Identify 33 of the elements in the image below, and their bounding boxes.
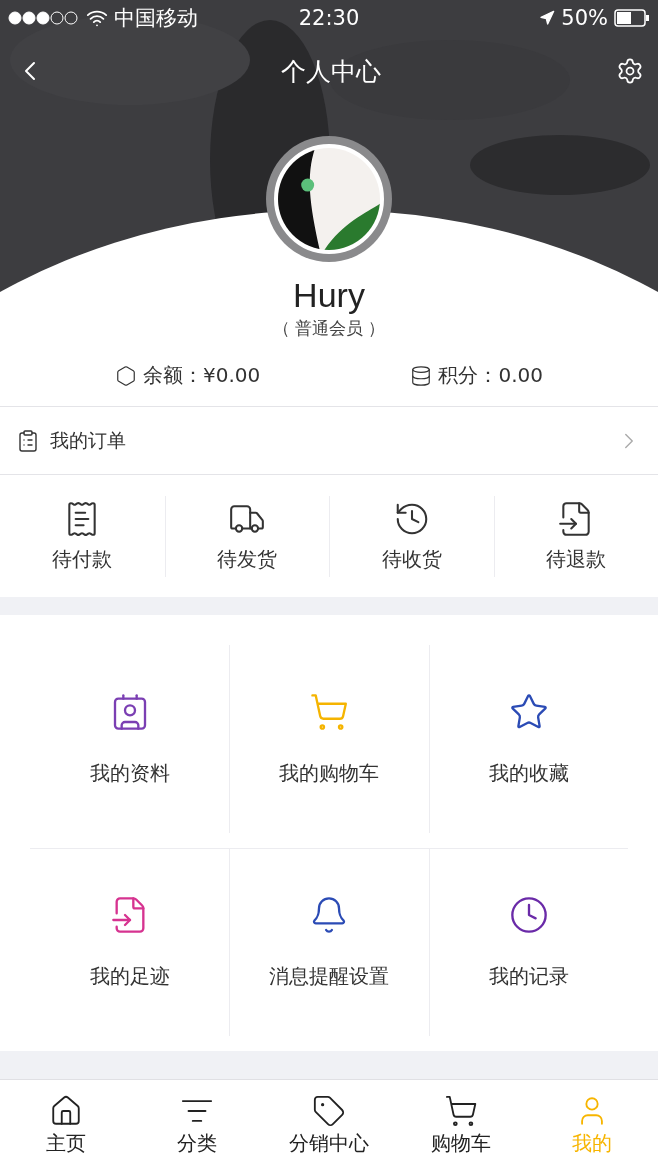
menu-item[interactable]: 消息提醒设置: [229, 848, 429, 1036]
clock-time: 22:30: [298, 6, 360, 30]
menu-item[interactable]: 我的记录: [428, 848, 628, 1036]
orders-row[interactable]: 我的订单: [0, 407, 658, 475]
tab[interactable]: 主页: [0, 1080, 132, 1170]
member-level: （ 普通会员 ）: [272, 317, 386, 340]
menu-item[interactable]: 我的购物车: [229, 645, 429, 833]
page-title: 个人中心: [281, 55, 381, 88]
clipboard-icon: [16, 428, 40, 453]
location-icon: [539, 10, 556, 26]
settings-icon: [616, 57, 644, 85]
stat-label: 余额：¥0.00: [143, 362, 261, 389]
balance-icon: [115, 364, 138, 387]
cart-icon: [443, 1093, 478, 1128]
tag-icon: [312, 1093, 346, 1128]
signal-icon: [8, 11, 80, 25]
stat-label: 积分：0.00: [438, 362, 543, 389]
tab[interactable]: 购物车: [394, 1080, 527, 1170]
battery-icon: [614, 9, 650, 27]
order-status-button[interactable]: 待退款: [493, 495, 658, 577]
menu-item[interactable]: 我的资料: [30, 645, 230, 833]
coins-icon: [410, 364, 433, 387]
user-name: Hury: [293, 276, 365, 315]
order-status-button[interactable]: 待发货: [164, 495, 329, 577]
menu-item[interactable]: 我的收藏: [428, 645, 628, 833]
order-status-button[interactable]: 待付款: [0, 495, 165, 577]
battery-percent: 50%: [561, 6, 608, 30]
order-status-button[interactable]: 待收货: [329, 495, 494, 577]
carrier-name: 中国移动: [114, 5, 198, 32]
menu-item[interactable]: 我的足迹: [30, 848, 230, 1036]
tab[interactable]: 分类: [131, 1080, 264, 1170]
tab[interactable]: 分销中心: [263, 1080, 395, 1170]
settings-button[interactable]: [616, 57, 644, 85]
